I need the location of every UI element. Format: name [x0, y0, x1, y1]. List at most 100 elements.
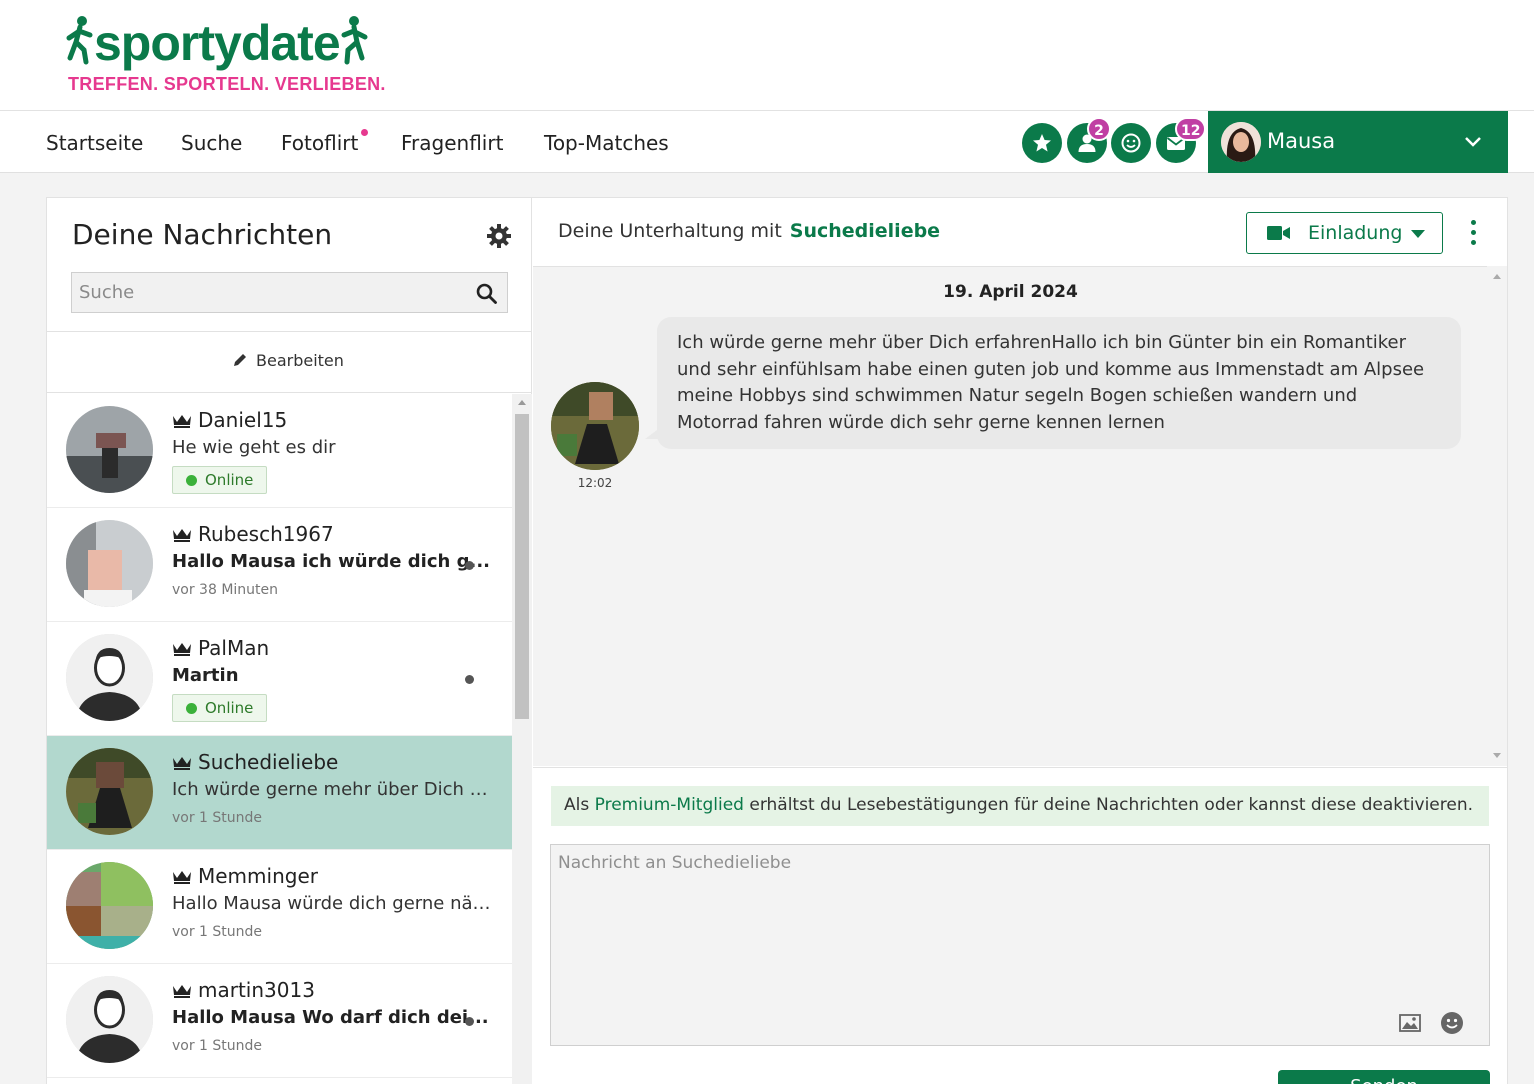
crown-icon	[173, 643, 191, 656]
message-input[interactable]	[551, 845, 1489, 1045]
conversation-item[interactable]: Rubesch1967 Hallo Mausa ich würde dich g…	[47, 508, 512, 622]
crown-icon	[173, 415, 191, 428]
avatar-placeholder	[66, 634, 153, 721]
avatar	[66, 406, 153, 493]
conversation-item-active[interactable]: Suchedieliebe Ich würde gerne mehr über …	[47, 736, 512, 850]
nav-startseite[interactable]: Startseite	[46, 131, 143, 155]
conversation-name: Rubesch1967	[172, 522, 334, 546]
scroll-down-arrow[interactable]	[1493, 753, 1501, 758]
message-bubble: Ich würde gerne mehr über Dich erfahrenH…	[657, 317, 1461, 449]
conversation-preview: Hallo Mausa Wo darf dich dei...	[172, 1007, 489, 1028]
main-nav: Startseite Suche Fotoflirt Fragenflirt T…	[0, 111, 1534, 173]
avatar	[66, 520, 153, 607]
unread-dot	[465, 561, 474, 570]
conversation-time: vor 1 Stunde	[172, 1038, 263, 1054]
crown-icon	[173, 985, 191, 998]
favorites-button[interactable]	[1022, 123, 1062, 163]
conversation-preview: He wie geht es dir	[172, 437, 336, 458]
logo-part1: sporty	[94, 15, 242, 71]
conversation-scrollbar[interactable]	[512, 394, 532, 1084]
emoji-icon[interactable]	[1440, 1011, 1464, 1035]
avatar	[66, 748, 153, 835]
conversation-header: Deine Unterhaltung mit Suchedieliebe	[558, 220, 940, 242]
inbox-panel: Deine Nachrichten Bearbeiten Daniel15 He…	[46, 197, 533, 1084]
conversation-item[interactable]: Daniel15 He wie geht es dir Online	[47, 394, 512, 508]
conversation-preview: Martin	[172, 665, 239, 686]
star-icon	[1033, 134, 1051, 152]
conversation-name: Memminger	[172, 864, 318, 888]
inbox-title: Deine Nachrichten	[72, 218, 333, 251]
unread-dot	[465, 675, 474, 684]
conversation-item[interactable]: martin3013 Hallo Mausa Wo darf dich dei.…	[47, 964, 512, 1078]
nav-top-matches[interactable]: Top-Matches	[544, 131, 669, 155]
conversation-time: vor 38 Minuten	[172, 582, 279, 598]
crown-icon	[173, 757, 191, 770]
conversation-name: Suchedieliebe	[172, 750, 338, 774]
conversation-list: Daniel15 He wie geht es dir Online Rubes…	[47, 394, 512, 1084]
search-icon[interactable]	[476, 283, 497, 304]
conversation-item[interactable]: Memminger Hallo Mausa würde dich gerne n…	[47, 850, 512, 964]
user-name: Mausa	[1267, 129, 1336, 153]
send-button[interactable]: Senden	[1278, 1070, 1490, 1084]
conversation-name: martin3013	[172, 978, 315, 1002]
invite-dropdown-button[interactable]: Einladung	[1246, 212, 1443, 254]
scroll-up-arrow[interactable]	[518, 400, 526, 405]
invite-label: Einladung	[1308, 222, 1403, 244]
search-input[interactable]	[72, 273, 462, 312]
crown-icon	[173, 529, 191, 542]
premium-link[interactable]: Premium-Mitglied	[595, 795, 744, 815]
message-time: 12:02	[577, 476, 613, 490]
avatar-placeholder	[66, 976, 153, 1063]
conversation-time: vor 1 Stunde	[172, 810, 263, 826]
fotoflirt-new-dot	[361, 129, 368, 136]
chat-panel: Deine Unterhaltung mit Suchedieliebe Einl…	[532, 197, 1508, 1084]
conversation-preview: Hallo Mausa würde dich gerne näher ...	[172, 893, 492, 914]
site-header: sportydate TREFFEN. SPORTELN. VERLIEBEN.	[0, 0, 1534, 111]
edit-row: Bearbeiten	[47, 331, 533, 393]
nav-suche[interactable]: Suche	[181, 131, 242, 155]
conversation-preview: Ich würde gerne mehr über Dich erfa...	[172, 779, 492, 800]
image-upload-icon[interactable]	[1399, 1014, 1421, 1032]
scroll-thumb[interactable]	[515, 414, 529, 719]
video-camera-icon	[1267, 226, 1290, 240]
conversation-name: PalMan	[172, 636, 269, 660]
conversation-name: Daniel15	[172, 408, 287, 432]
nav-fotoflirt[interactable]: Fotoflirt	[281, 131, 358, 155]
scroll-up-arrow[interactable]	[1493, 274, 1501, 279]
smiles-button[interactable]	[1111, 123, 1151, 163]
runner-icon	[66, 16, 93, 65]
caret-down-icon	[1411, 230, 1425, 238]
sender-avatar[interactable]	[551, 382, 639, 470]
logo-wordmark: sportydate	[66, 14, 368, 72]
nav-fragenflirt[interactable]: Fragenflirt	[401, 131, 503, 155]
inbox-search	[71, 272, 508, 313]
compose-box	[550, 844, 1490, 1046]
premium-notice: Als Premium-Mitglied erhältst du Lesebes…	[551, 786, 1489, 826]
messages-badge: 12	[1175, 117, 1207, 141]
message-area: 19. April 2024 12:02 Ich würde gerne meh…	[533, 266, 1488, 766]
online-badge: Online	[172, 466, 267, 494]
logo-part2: date	[240, 15, 341, 71]
avatar	[66, 862, 153, 949]
unread-dot	[465, 1017, 474, 1026]
edit-label: Bearbeiten	[256, 351, 344, 370]
gear-icon[interactable]	[486, 223, 512, 249]
pencil-icon	[234, 354, 246, 366]
conversation-preview: Hallo Mausa ich würde dich g...	[172, 551, 490, 572]
user-avatar	[1221, 122, 1261, 162]
sportydate-logo[interactable]: sportydate TREFFEN. SPORTELN. VERLIEBEN.	[66, 14, 411, 98]
partner-name-link[interactable]: Suchedieliebe	[790, 220, 940, 242]
runner-icon-right	[341, 16, 368, 65]
crown-icon	[173, 871, 191, 884]
online-badge: Online	[172, 694, 267, 722]
chevron-down-icon	[1465, 137, 1481, 147]
more-options-icon[interactable]	[1470, 220, 1478, 246]
user-menu[interactable]: Mausa	[1208, 111, 1508, 173]
logo-tagline: TREFFEN. SPORTELN. VERLIEBEN.	[68, 74, 386, 94]
conversation-time: vor 1 Stunde	[172, 924, 263, 940]
conversation-item[interactable]: PalMan Martin Online	[47, 622, 512, 736]
smiley-icon	[1121, 133, 1141, 153]
chat-scrollbar[interactable]	[1487, 266, 1507, 766]
edit-button[interactable]: Bearbeiten	[232, 351, 344, 370]
conversation-header-prefix: Deine Unterhaltung mit	[558, 220, 782, 242]
